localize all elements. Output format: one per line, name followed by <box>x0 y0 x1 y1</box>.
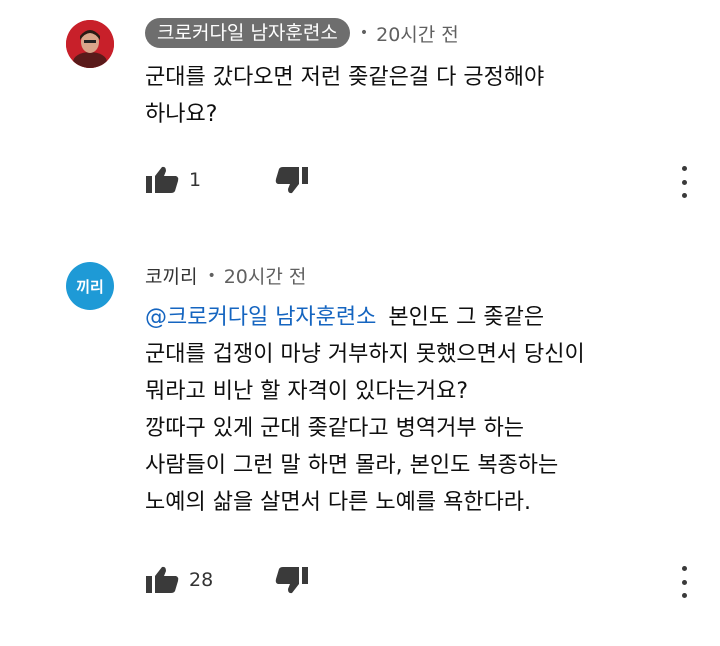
comment-header: 크로커다일 남자훈련소 • 20시간 전 <box>145 18 459 48</box>
separator-dot: • <box>207 267 216 284</box>
more-options-icon[interactable] <box>677 566 691 598</box>
dislike-button[interactable] <box>275 166 309 198</box>
thumbs-up-icon <box>146 166 179 193</box>
like-button[interactable]: 1 <box>145 166 201 194</box>
author-name[interactable]: 코끼리 <box>145 262 197 289</box>
comment-line: 깡따구 있게 군대 좆같다고 병역거부 하는 <box>145 416 525 441</box>
author-name[interactable]: 크로커다일 남자훈련소 <box>145 18 350 48</box>
comment-text: @크로커다일 남자훈련소 본인도 그 좆같은 군대를 겁쟁이 마냥 거부하지 못했… <box>145 299 685 521</box>
avatar[interactable]: 끼리 <box>66 262 114 310</box>
timestamp[interactable]: 20시간 전 <box>376 20 459 47</box>
mention-link[interactable]: @크로커다일 남자훈련소 <box>145 305 376 330</box>
comment-actions: 28 <box>145 566 308 594</box>
comment-header: 코끼리 • 20시간 전 <box>145 262 306 289</box>
comment-actions: 1 <box>145 166 308 194</box>
comment-line: 뭐라고 비난 할 자격이 있다는거요? <box>145 379 469 404</box>
comment: 끼리 코끼리 • 20시간 전 @크로커다일 남자훈련소 본인도 그 좆같은 군대… <box>0 240 720 646</box>
thumbs-down-icon <box>275 167 308 194</box>
comment-line-text: 본인도 그 좆같은 <box>388 305 545 330</box>
comment-line: 하나요? <box>145 102 218 127</box>
more-options-icon[interactable] <box>677 166 691 198</box>
profile-photo-icon <box>66 20 114 68</box>
comment-line: 군대를 겁쟁이 마냥 거부하지 못했으면서 당신이 <box>145 342 585 367</box>
comment-line: @크로커다일 남자훈련소 본인도 그 좆같은 <box>145 299 685 336</box>
separator-dot: • <box>359 25 369 41</box>
thumbs-up-icon <box>146 566 179 593</box>
comment-line: 사람들이 그런 말 하면 몰라, 본인도 복종하는 <box>145 453 559 478</box>
comment: 크로커다일 남자훈련소 • 20시간 전 군대를 갔다오면 저런 좆같은걸 다 … <box>0 0 720 230</box>
dislike-button[interactable] <box>275 566 309 598</box>
comment-line: 군대를 갔다오면 저런 좆같은걸 다 긍정해야 <box>145 65 545 90</box>
like-count: 1 <box>189 169 202 191</box>
thumbs-down-icon <box>275 567 308 594</box>
comment-text: 군대를 갔다오면 저런 좆같은걸 다 긍정해야 하나요? <box>145 59 685 133</box>
avatar[interactable] <box>66 20 114 68</box>
like-count: 28 <box>189 569 214 591</box>
timestamp[interactable]: 20시간 전 <box>224 262 307 289</box>
comment-line: 노예의 삶을 살면서 다른 노예를 욕한다라. <box>145 490 532 515</box>
like-button[interactable]: 28 <box>145 566 213 594</box>
